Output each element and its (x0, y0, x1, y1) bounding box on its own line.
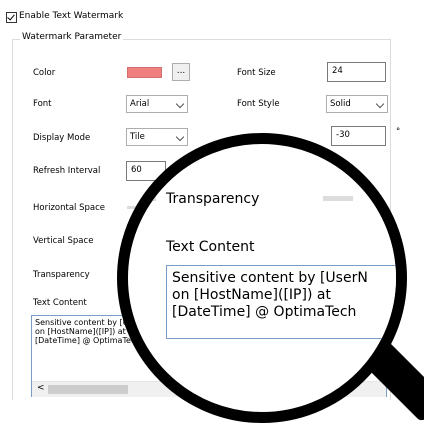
font-select-value: Arial (130, 99, 150, 109)
font-size-input[interactable]: 24 (327, 62, 386, 82)
enable-watermark-checkbox[interactable] (6, 12, 17, 23)
zoomed-transparency-label: Transparency (166, 191, 260, 207)
enable-watermark-label: Enable Text Watermark (19, 11, 124, 21)
display-mode-select-value: Tile (130, 132, 145, 142)
chevron-down-icon (175, 132, 185, 142)
degree-unit: ° (396, 127, 401, 137)
display-mode-select[interactable]: Tile (126, 128, 188, 146)
zoomed-text-line: Sensitive content by [UserN (172, 270, 368, 286)
refresh-interval-label: Refresh Interval (33, 166, 101, 176)
chevron-down-icon (375, 99, 385, 109)
chevron-down-icon (175, 99, 185, 109)
zoomed-slider-track (128, 196, 156, 201)
zoomed-text-content-label: Text Content (166, 239, 255, 255)
font-style-label: Font Style (237, 99, 280, 109)
zoomed-text-line: [DateTime] @ OptimaTech (172, 304, 357, 320)
magnifier-lens: Transparency Text Content Sensitive cont… (117, 133, 407, 423)
zoomed-slider-track (323, 196, 353, 201)
color-label: Color (33, 68, 56, 78)
font-label: Font (33, 99, 52, 109)
font-style-select[interactable]: Solid (326, 95, 388, 113)
horizontal-space-label: Horizontal Space (33, 203, 106, 213)
zoomed-text-line: on [HostName]([IP]) at (172, 287, 331, 303)
scroll-left-icon[interactable]: < (37, 383, 45, 393)
text-content-label: Text Content (33, 298, 87, 308)
angle-input[interactable]: -30 (331, 126, 386, 146)
color-picker-button[interactable]: ... (172, 63, 190, 81)
zoomed-text-content: Sensitive content by [UserN on [HostName… (166, 265, 396, 339)
group-title: Watermark Parameter (20, 32, 124, 42)
font-select[interactable]: Arial (126, 95, 188, 113)
display-mode-label: Display Mode (33, 133, 91, 143)
color-swatch[interactable] (127, 67, 162, 78)
font-size-label: Font Size (237, 68, 276, 78)
vertical-space-label: Vertical Space (33, 236, 94, 246)
scrollbar-thumb[interactable] (48, 385, 128, 394)
transparency-label: Transparency (33, 270, 90, 280)
font-style-select-value: Solid (330, 99, 351, 109)
